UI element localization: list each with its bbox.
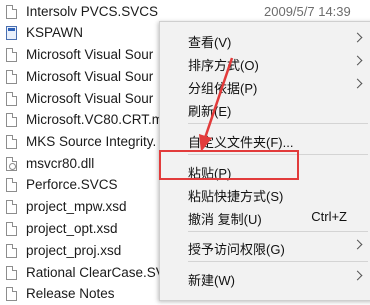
chevron-right-icon <box>352 270 363 281</box>
document-icon <box>6 48 17 62</box>
menu-item-label: 撤消 复制(U) <box>188 212 262 227</box>
file-name: Intersolv PVCS.SVCS <box>26 4 159 19</box>
menu-item-label: 粘贴(P) <box>188 166 232 181</box>
menu-item-label: 授予访问权限(G) <box>188 242 285 257</box>
file-name: Microsoft Visual Sour <box>26 47 154 62</box>
menu-item-undo-copy[interactable]: 撤消 复制(U) Ctrl+Z <box>160 205 370 227</box>
menu-item-group-by[interactable]: 分组依据(P) <box>160 74 370 96</box>
document-icon <box>6 113 17 127</box>
document-icon <box>6 222 17 236</box>
file-name: Perforce.SVCS <box>26 177 118 192</box>
file-name: Rational ClearCase.SV <box>26 265 165 280</box>
menu-item-view[interactable]: 查看(V) <box>160 28 370 50</box>
file-name: project_mpw.xsd <box>26 199 127 214</box>
menu-item-paste-shortcut[interactable]: 粘贴快捷方式(S) <box>160 182 370 204</box>
application-icon <box>6 26 17 40</box>
dll-icon <box>6 157 17 171</box>
menu-separator <box>188 231 368 232</box>
file-name: project_opt.xsd <box>26 221 118 236</box>
menu-item-label: 自定义文件夹(F)... <box>188 135 294 150</box>
menu-item-label: 新建(W) <box>188 273 235 288</box>
chevron-right-icon <box>352 239 363 250</box>
document-icon <box>6 287 17 301</box>
file-name: project_proj.xsd <box>26 243 122 258</box>
menu-item-label: 粘贴快捷方式(S) <box>188 189 284 204</box>
chevron-right-icon <box>352 55 363 66</box>
menu-item-customize-folder[interactable]: 自定义文件夹(F)... <box>160 128 370 150</box>
file-row[interactable]: Intersolv PVCS.SVCS 2009/5/7 14:39 <box>0 1 370 23</box>
document-icon <box>6 70 17 84</box>
file-name: Microsoft Visual Sour <box>26 91 154 106</box>
document-icon <box>6 244 17 258</box>
file-name: KSPAWN <box>26 25 84 40</box>
document-icon <box>6 92 17 106</box>
menu-item-sort-by[interactable]: 排序方式(O) <box>160 51 370 73</box>
menu-separator <box>188 154 368 155</box>
menu-item-label: 排序方式(O) <box>188 58 259 73</box>
menu-item-label: 查看(V) <box>188 35 232 50</box>
menu-item-refresh[interactable]: 刷新(E) <box>160 97 370 119</box>
document-icon <box>6 135 17 149</box>
menu-item-label: 分组依据(P) <box>188 81 258 96</box>
file-name: Microsoft Visual Sour <box>26 69 154 84</box>
file-name: msvcr80.dll <box>26 156 95 171</box>
chevron-right-icon <box>352 78 363 89</box>
menu-separator <box>188 123 368 124</box>
file-name: MKS Source Integrity. <box>26 134 157 149</box>
chevron-right-icon <box>352 32 363 43</box>
context-menu: 查看(V) 排序方式(O) 分组依据(P) 刷新(E) 自定义文件夹(F)...… <box>159 21 370 301</box>
menu-separator <box>188 261 368 262</box>
menu-item-give-access[interactable]: 授予访问权限(G) <box>160 235 370 257</box>
menu-item-label: 刷新(E) <box>188 104 232 119</box>
document-icon <box>6 178 17 192</box>
menu-item-paste[interactable]: 粘贴(P) <box>160 159 370 181</box>
document-icon <box>6 266 17 280</box>
keyboard-shortcut: Ctrl+Z <box>311 209 347 224</box>
menu-item-new[interactable]: 新建(W) <box>160 266 370 288</box>
document-icon <box>6 200 17 214</box>
file-name: Release Notes <box>26 286 115 301</box>
file-date: 2009/5/7 14:39 <box>264 4 351 19</box>
file-name: Microsoft.VC80.CRT.m <box>26 112 164 127</box>
document-icon <box>6 5 17 19</box>
